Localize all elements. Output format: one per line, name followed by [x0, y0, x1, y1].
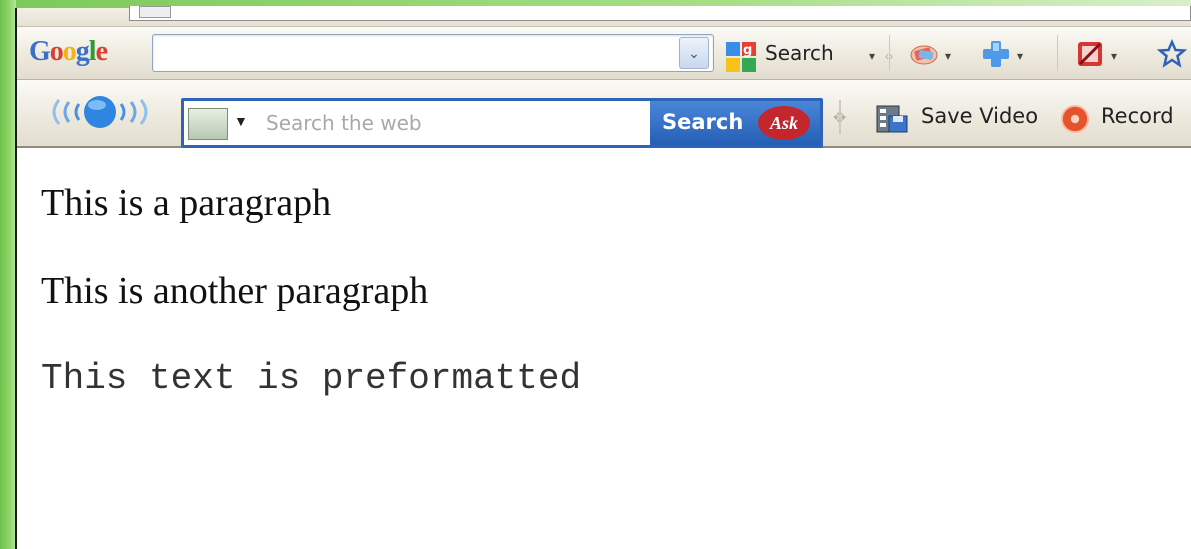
google-services-icon[interactable]: g [724, 40, 758, 74]
address-bar[interactable] [129, 6, 1191, 21]
desktop-background-left [0, 0, 16, 549]
record-button[interactable]: Record [1101, 104, 1174, 128]
toolbar-separator [1057, 35, 1058, 71]
preformatted-text: This text is preformatted [41, 358, 582, 399]
address-bar-strip [17, 6, 1191, 27]
ask-search-box: ▼ Search the web Search Ask [181, 98, 823, 148]
ask-search-placeholder: Search the web [266, 111, 422, 135]
svg-text:g: g [743, 43, 752, 58]
caret-down-icon[interactable]: ▼ [234, 113, 248, 129]
ask-toolbar: ▼ Search the web Search Ask ✥ Save Video… [17, 80, 1191, 148]
cards-icon[interactable] [909, 39, 939, 69]
search-engine-icon[interactable] [188, 108, 228, 140]
add-plus-icon[interactable] [981, 39, 1011, 69]
ask-search-button[interactable]: Search Ask [650, 101, 820, 145]
browser-window: Google ⌄ g Search ▾ ‹› ▾ ▾ [15, 6, 1191, 549]
record-icon[interactable] [1061, 105, 1089, 133]
save-video-icon[interactable] [875, 102, 909, 136]
ask-logo-badge: Ask [758, 106, 810, 140]
chevron-down-icon[interactable]: ⌄ [679, 37, 709, 69]
save-video-button[interactable]: Save Video [921, 104, 1038, 128]
google-logo[interactable]: Google [29, 36, 108, 68]
sound-waves-icon[interactable] [45, 92, 155, 132]
ask-search-input[interactable]: ▼ Search the web [184, 101, 650, 145]
page-icon [139, 6, 171, 18]
caret-down-icon[interactable]: ▾ [1111, 49, 1117, 63]
paragraph: This is a paragraph [41, 182, 332, 224]
google-toolbar: Google ⌄ g Search ▾ ‹› ▾ ▾ [17, 27, 1191, 80]
caret-down-icon[interactable]: ▾ [869, 49, 875, 63]
caret-down-icon[interactable]: ▾ [1017, 49, 1023, 63]
toolbar-separator [889, 35, 890, 71]
ask-search-button-label: Search [662, 110, 744, 134]
google-search-button[interactable]: Search [765, 41, 834, 65]
paragraph: This is another paragraph [41, 270, 429, 312]
toolbar-separator [839, 100, 841, 134]
page-content: This is a paragraph This is another para… [17, 148, 1191, 549]
google-search-input[interactable] [152, 34, 714, 72]
caret-down-icon[interactable]: ▾ [945, 49, 951, 63]
star-icon[interactable] [1157, 39, 1187, 69]
blocker-icon[interactable] [1075, 39, 1105, 69]
